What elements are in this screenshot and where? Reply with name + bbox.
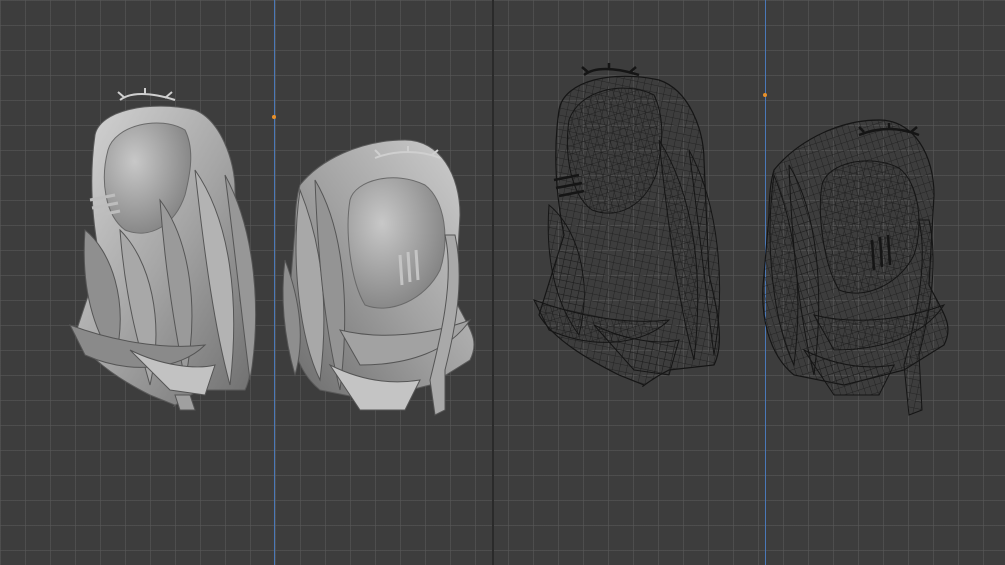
hair-model-left[interactable]	[68, 88, 257, 411]
viewport-wireframe[interactable]	[494, 0, 1005, 565]
viewport-area	[0, 0, 1005, 565]
hair-model-left-wire[interactable]	[532, 63, 721, 387]
viewport-solid[interactable]	[0, 0, 492, 565]
hair-mesh-wireframe[interactable]	[494, 0, 1005, 565]
hair-mesh-solid[interactable]	[0, 0, 492, 565]
hair-model-right-wire[interactable]	[762, 119, 949, 416]
hair-model-right[interactable]	[282, 139, 475, 416]
